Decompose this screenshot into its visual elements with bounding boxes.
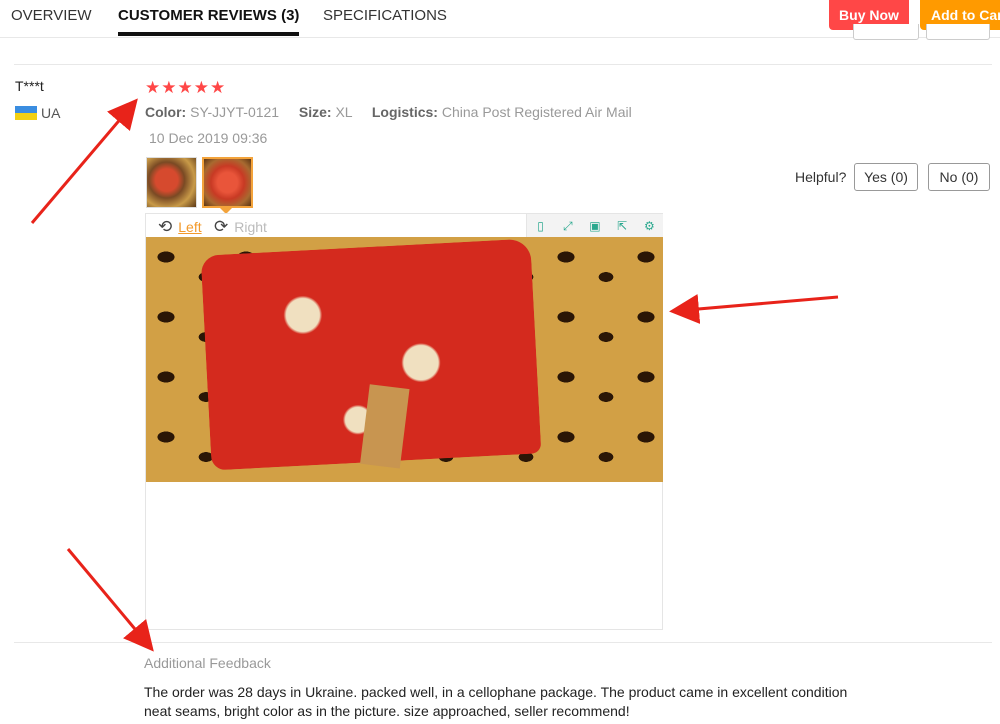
- size-value: XL: [335, 104, 353, 120]
- helpful-yes-button[interactable]: Yes (0): [854, 163, 918, 191]
- product-shorts-image: [200, 238, 542, 471]
- review-photo: [146, 237, 663, 482]
- color-value: SY-JJYT-0121: [190, 104, 280, 120]
- star-icon: ★: [193, 78, 209, 97]
- photo-viewer: ⟲ Left ⟳ Right ▯ ⤢ ▣ ⇱ ⚙: [145, 213, 663, 630]
- country-code: UA: [41, 105, 61, 121]
- star-icon: ★: [177, 78, 193, 97]
- rotate-right-label: Right: [234, 219, 267, 235]
- reviewer-country: UA: [15, 105, 60, 121]
- size-label: Size:: [298, 104, 332, 120]
- save-icon[interactable]: ▣: [588, 219, 602, 233]
- page-icon[interactable]: ▯: [534, 219, 548, 233]
- filter-button-stub[interactable]: [926, 24, 990, 40]
- divider: [14, 64, 992, 65]
- annotation-arrow-feedback: [66, 548, 154, 652]
- rotate-right-button[interactable]: ⟳ Right: [214, 217, 267, 237]
- rotate-left-label: Left: [178, 219, 202, 235]
- logistics-value: China Post Registered Air Mail: [441, 104, 632, 120]
- helpful-label: Helpful?: [795, 169, 847, 185]
- review-date: 10 Dec 2019 09:36: [149, 130, 268, 146]
- annotation-arrow-photo: [669, 294, 839, 324]
- tab-overview[interactable]: OVERVIEW: [11, 0, 92, 38]
- reviewer-name: T***t: [15, 78, 44, 94]
- share-icon[interactable]: ⇱: [615, 219, 629, 233]
- viewer-toolbar: ▯ ⤢ ▣ ⇱ ⚙: [526, 214, 663, 237]
- star-icon: ★: [161, 78, 177, 97]
- rotate-left-button[interactable]: ⟲ Left: [158, 217, 202, 237]
- review-photo-thumbnail[interactable]: [146, 157, 197, 208]
- rotate-cw-icon: ⟳: [214, 217, 229, 236]
- additional-feedback-title: Additional Feedback: [144, 655, 271, 671]
- rotate-ccw-icon: ⟲: [158, 217, 173, 236]
- fullscreen-icon[interactable]: ⤢: [561, 219, 575, 233]
- tab-customer-reviews[interactable]: CUSTOMER REVIEWS (3): [118, 0, 300, 38]
- additional-feedback-text: The order was 28 days in Ukraine. packed…: [144, 684, 848, 719]
- divider: [14, 642, 992, 643]
- star-icon: ★: [210, 78, 226, 97]
- star-rating: ★ ★ ★ ★ ★: [145, 79, 225, 96]
- logistics-label: Logistics:: [371, 104, 438, 120]
- tab-bar: OVERVIEW CUSTOMER REVIEWS (3) SPECIFICAT…: [0, 0, 1000, 38]
- ukraine-flag-icon: [15, 106, 37, 120]
- annotation-arrow-rating: [30, 98, 138, 224]
- review-photo-thumbnail-selected[interactable]: [202, 157, 253, 208]
- star-icon: ★: [145, 78, 161, 97]
- filter-button-stub[interactable]: [853, 24, 919, 40]
- review-attributes: Color: SY-JJYT-0121 Size: XL Logistics: …: [145, 104, 632, 120]
- helpful-no-button[interactable]: No (0): [928, 163, 990, 191]
- tab-specifications[interactable]: SPECIFICATIONS: [323, 0, 447, 38]
- settings-icon[interactable]: ⚙: [642, 219, 656, 233]
- color-label: Color:: [145, 104, 187, 120]
